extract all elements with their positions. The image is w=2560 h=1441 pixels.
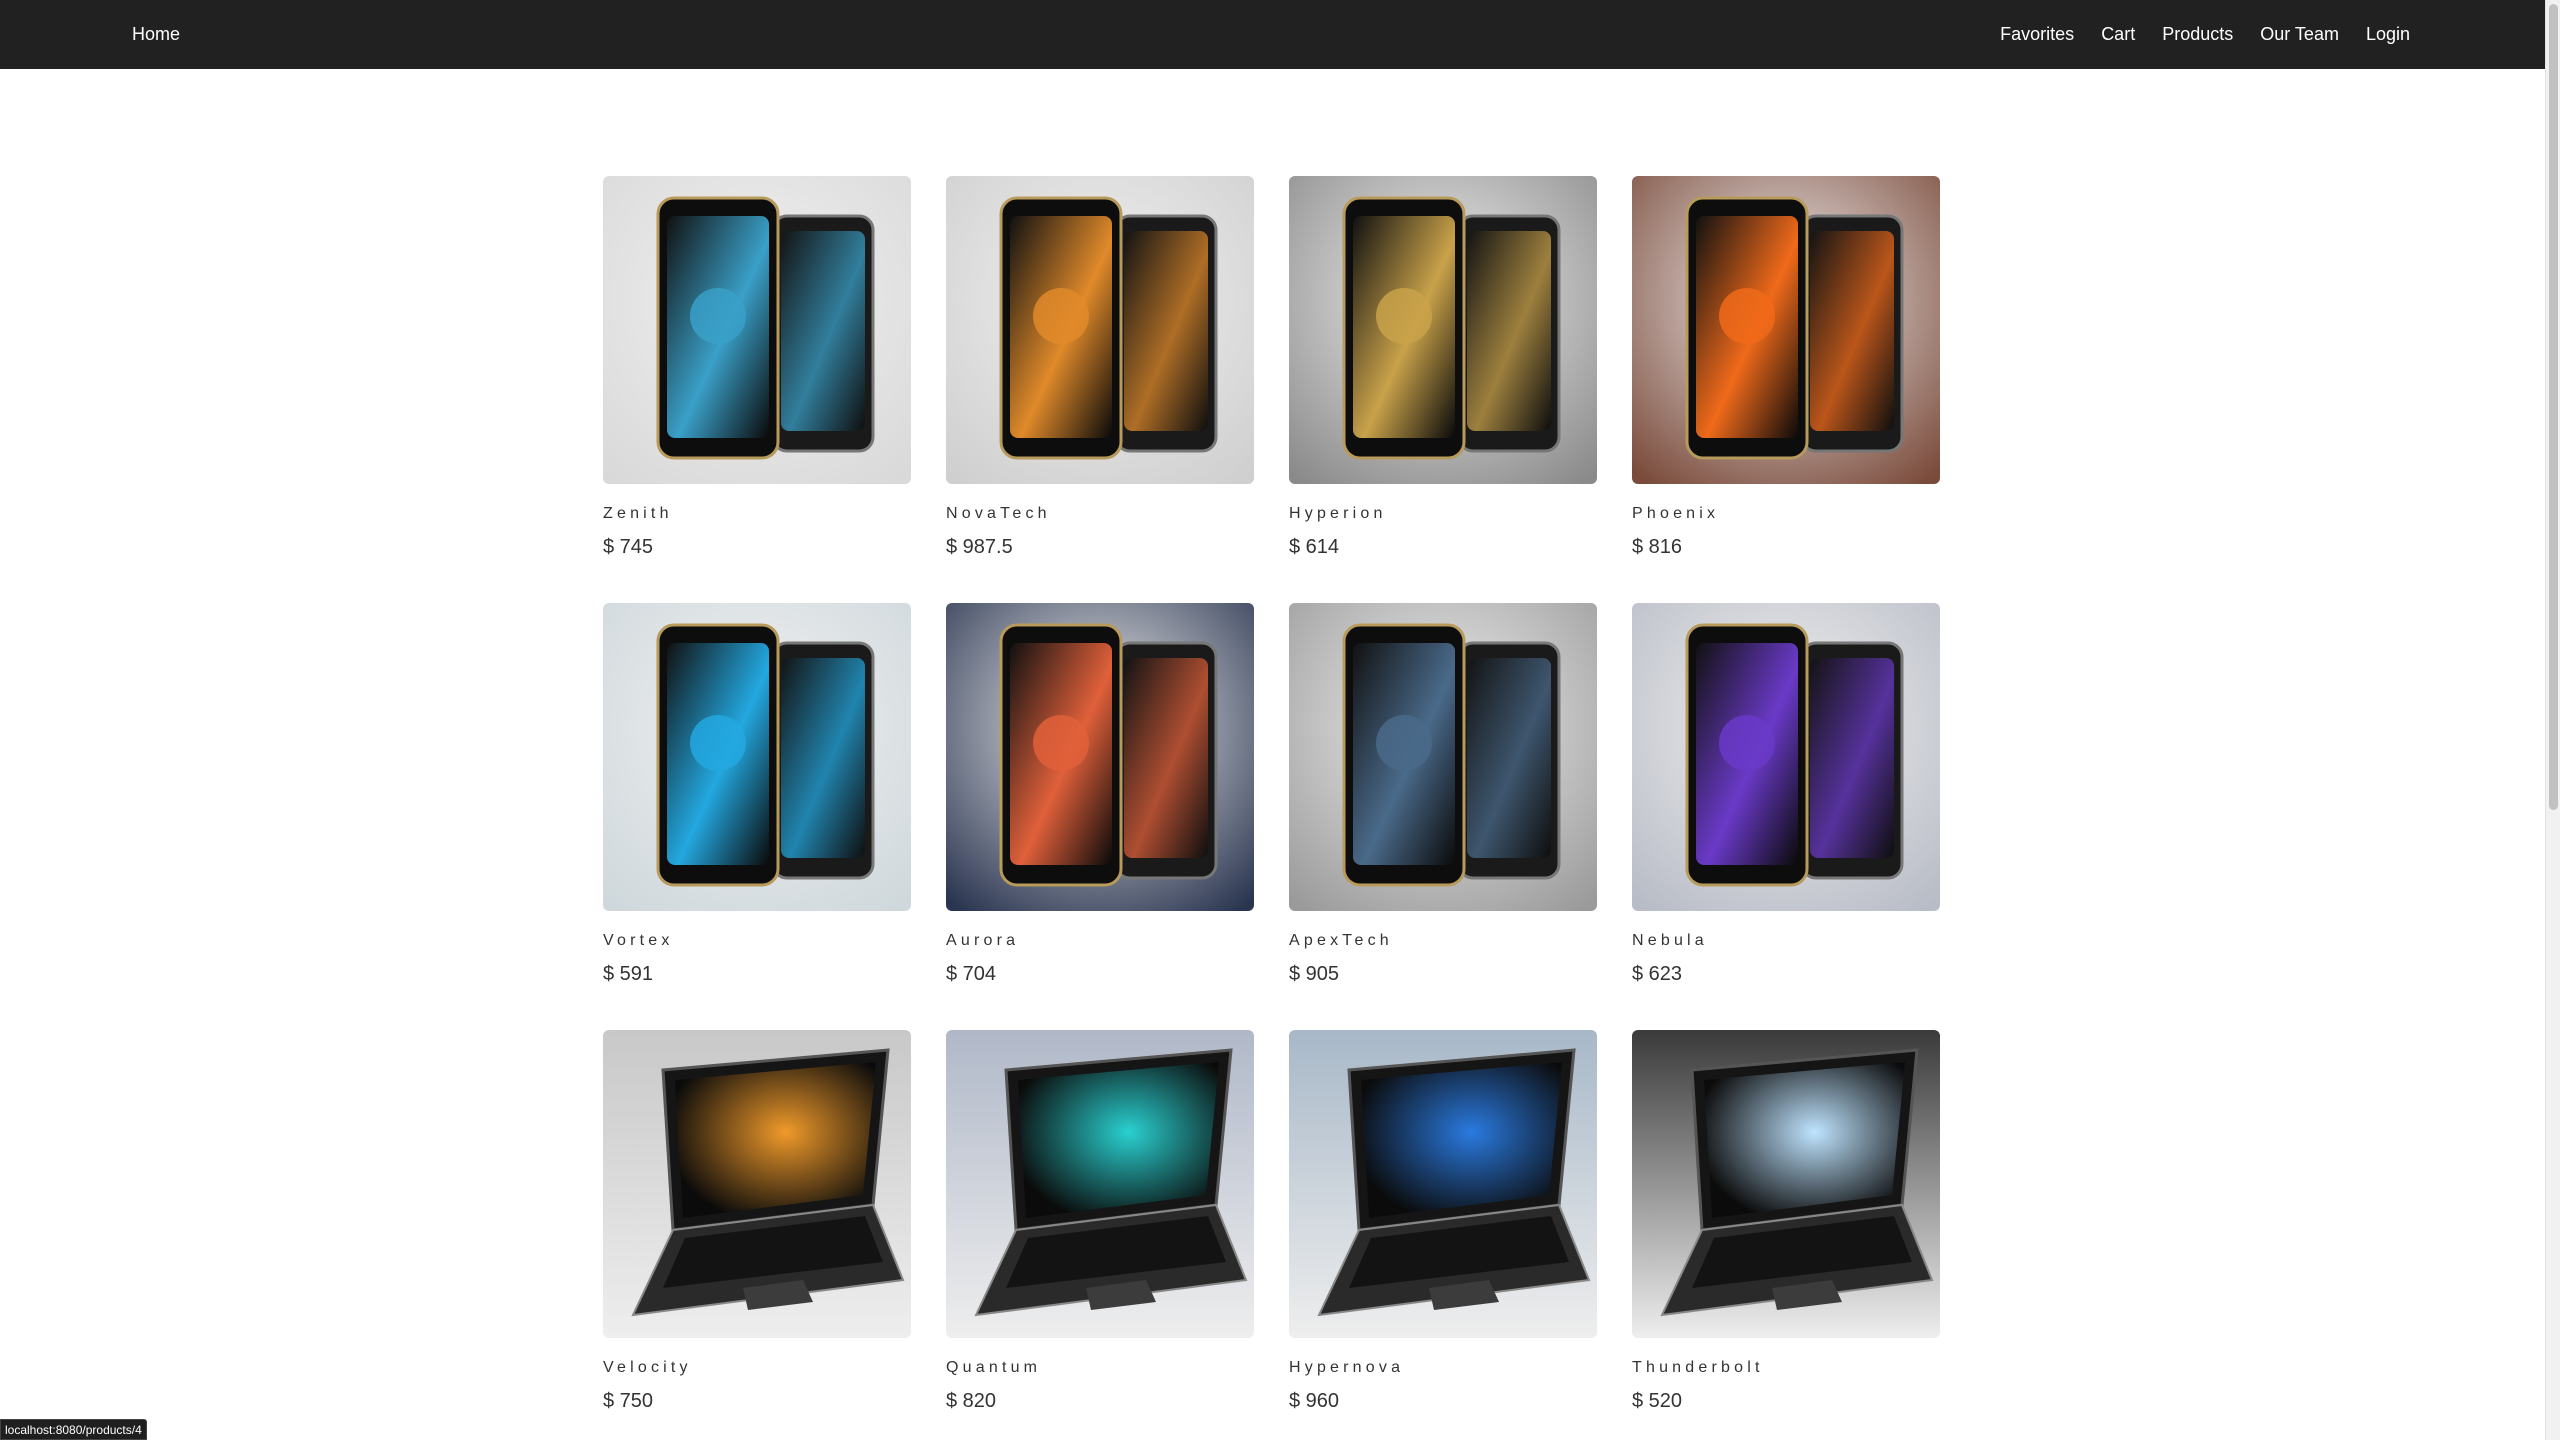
product-name: NovaTech bbox=[946, 505, 1051, 522]
nav-right-links: Favorites Cart Products Our Team Login bbox=[2000, 0, 2410, 69]
product-price: $ 623 bbox=[1632, 963, 1683, 985]
product-name: Velocity bbox=[603, 1359, 692, 1376]
product-image[interactable] bbox=[1632, 603, 1940, 911]
product-card[interactable]: Aurora $ 704 bbox=[946, 603, 1254, 986]
product-price: $ 960 bbox=[1289, 1390, 1340, 1412]
product-price: $ 745 bbox=[603, 536, 654, 558]
product-price: $ 614 bbox=[1289, 536, 1340, 558]
scrollbar-thumb[interactable] bbox=[2549, 4, 2558, 810]
product-card[interactable]: NovaTech $ 987.5 bbox=[946, 176, 1254, 559]
product-name: Phoenix bbox=[1632, 505, 1720, 522]
nav-cart-link[interactable]: Cart bbox=[2101, 24, 2135, 45]
product-name: Thunderbolt bbox=[1632, 1359, 1764, 1376]
product-image[interactable] bbox=[1289, 176, 1597, 484]
product-card[interactable]: Nebula $ 623 bbox=[1632, 603, 1940, 986]
product-image[interactable] bbox=[946, 176, 1254, 484]
product-card[interactable]: Phoenix $ 816 bbox=[1632, 176, 1940, 559]
product-card[interactable]: Hyperion $ 614 bbox=[1289, 176, 1597, 559]
product-image[interactable] bbox=[946, 1030, 1254, 1338]
product-name: Aurora bbox=[946, 932, 1020, 949]
product-price: $ 591 bbox=[603, 963, 654, 985]
product-image[interactable] bbox=[603, 1030, 911, 1338]
product-price: $ 816 bbox=[1632, 536, 1683, 558]
nav-favorites-link[interactable]: Favorites bbox=[2000, 24, 2074, 45]
product-image[interactable] bbox=[603, 603, 911, 911]
product-name: Vortex bbox=[603, 932, 674, 949]
product-image[interactable] bbox=[1632, 1030, 1940, 1338]
nav-home-link[interactable]: Home bbox=[132, 0, 180, 69]
product-name: Zenith bbox=[603, 505, 673, 522]
product-card[interactable]: Quantum $ 820 bbox=[946, 1030, 1254, 1413]
product-card[interactable]: Thunderbolt $ 520 bbox=[1632, 1030, 1940, 1413]
product-price: $ 520 bbox=[1632, 1390, 1683, 1412]
product-card[interactable]: Vortex $ 591 bbox=[603, 603, 911, 986]
nav-login-link[interactable]: Login bbox=[2366, 24, 2410, 45]
status-url: localhost:8080/products/4 bbox=[0, 1419, 147, 1440]
page-scrollbar[interactable] bbox=[2545, 0, 2560, 1440]
product-name: Hypernova bbox=[1289, 1359, 1405, 1376]
product-card[interactable]: Hypernova $ 960 bbox=[1289, 1030, 1597, 1413]
product-price: $ 905 bbox=[1289, 963, 1340, 985]
product-card[interactable]: Zenith $ 745 bbox=[603, 176, 911, 559]
product-image[interactable] bbox=[1289, 1030, 1597, 1338]
product-name: Quantum bbox=[946, 1359, 1042, 1376]
top-navbar: Home Favorites Cart Products Our Team Lo… bbox=[0, 0, 2545, 69]
product-grid: Zenith $ 745 NovaTech $ 987.5 Hyperion $ 614 P… bbox=[603, 176, 1940, 1413]
product-name: Nebula bbox=[1632, 932, 1708, 949]
product-image[interactable] bbox=[603, 176, 911, 484]
product-image[interactable] bbox=[1289, 603, 1597, 911]
product-price: $ 820 bbox=[946, 1390, 997, 1412]
nav-our-team-link[interactable]: Our Team bbox=[2260, 24, 2339, 45]
product-price: $ 750 bbox=[603, 1390, 654, 1412]
product-image[interactable] bbox=[1632, 176, 1940, 484]
product-price: $ 704 bbox=[946, 963, 997, 985]
product-card[interactable]: ApexTech $ 905 bbox=[1289, 603, 1597, 986]
product-name: Hyperion bbox=[1289, 505, 1387, 522]
product-price: $ 987.5 bbox=[946, 536, 1013, 558]
product-card[interactable]: Velocity $ 750 bbox=[603, 1030, 911, 1413]
product-name: ApexTech bbox=[1289, 932, 1393, 949]
nav-products-link[interactable]: Products bbox=[2162, 24, 2233, 45]
product-image[interactable] bbox=[946, 603, 1254, 911]
